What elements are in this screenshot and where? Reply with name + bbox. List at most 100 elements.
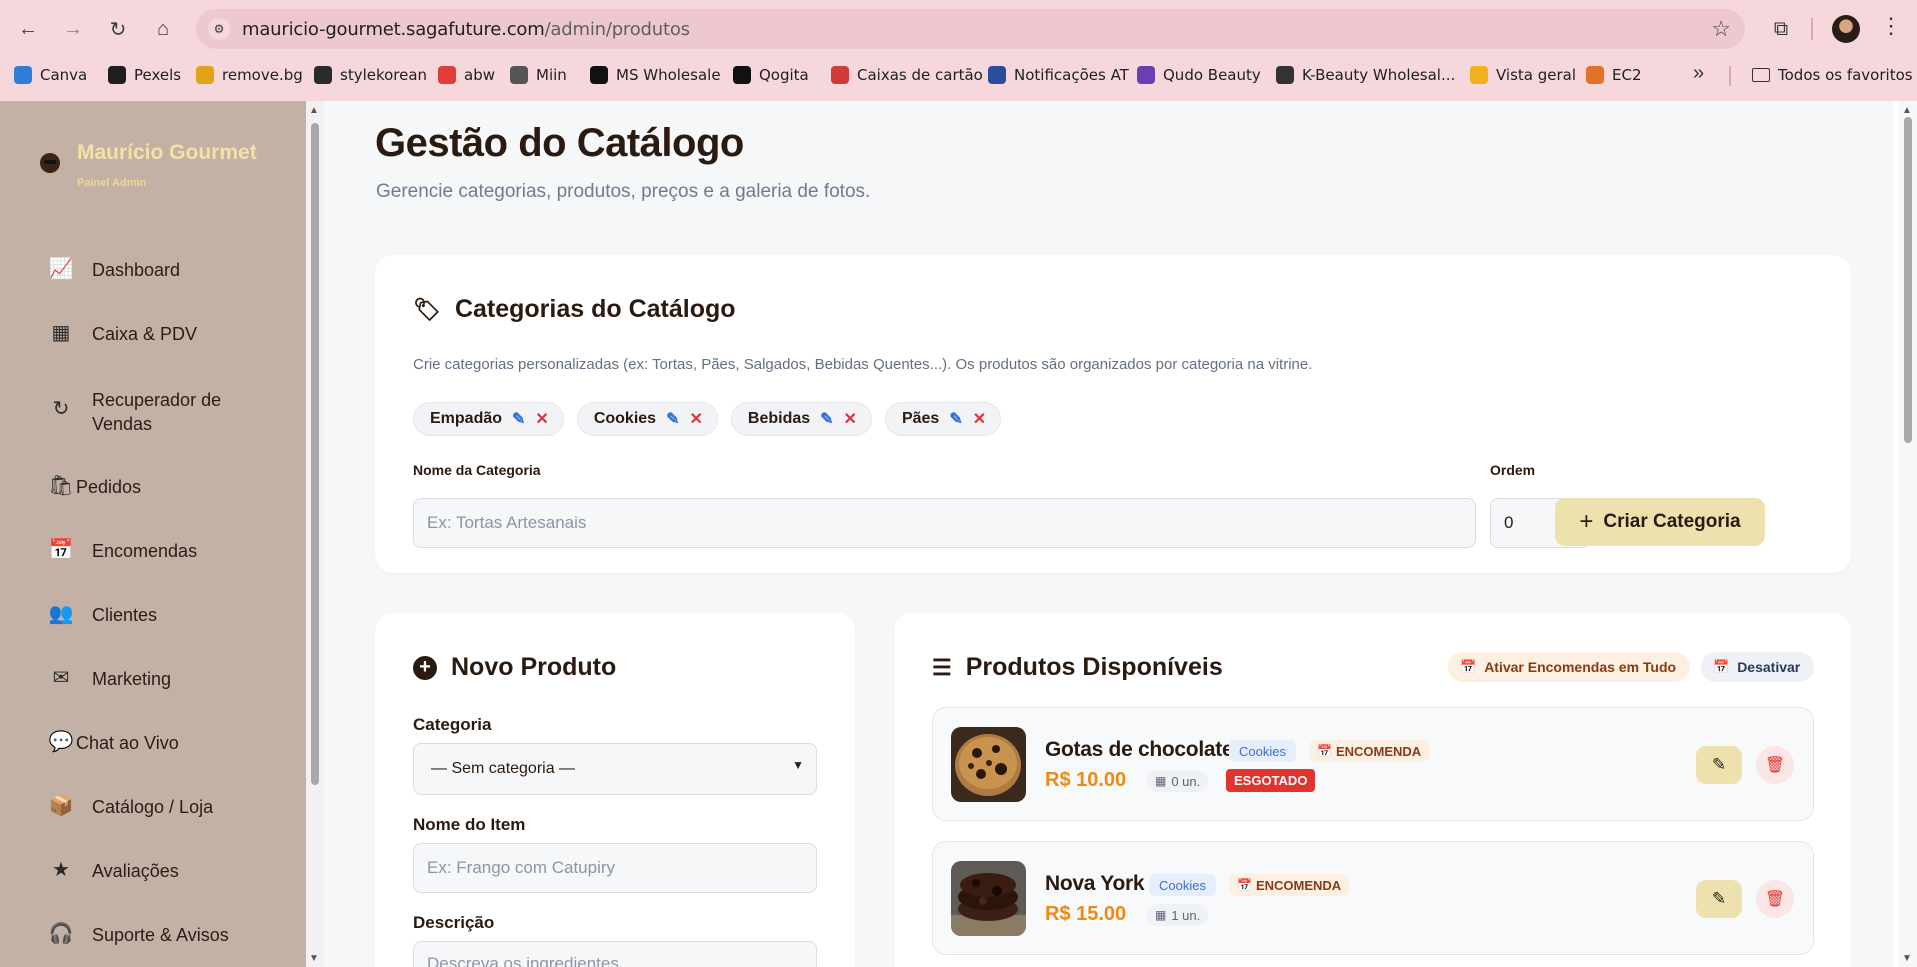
edit-product-button[interactable]: ✎	[1696, 746, 1742, 784]
bookmark-label: K-Beauty Wholesal...	[1302, 66, 1456, 84]
sidebar-item-clientes[interactable]: 👥 Clientes	[48, 603, 157, 627]
close-icon[interactable]: ✕	[689, 409, 702, 429]
create-category-button[interactable]: + Criar Categoria	[1555, 498, 1765, 546]
chat-icon: 💬	[48, 731, 74, 753]
bookmark-item[interactable]: stylekorean	[314, 66, 427, 84]
menu-kebab-icon[interactable]: ⋮	[1880, 13, 1902, 39]
sidebar-scrollbar[interactable]: ▲ ▼	[306, 101, 324, 967]
bookmark-item[interactable]: K-Beauty Wholesal...	[1276, 66, 1455, 84]
item-name-label: Nome do Item	[413, 815, 526, 834]
close-icon[interactable]: ✕	[973, 409, 986, 429]
tags-icon: 🏷	[413, 296, 441, 322]
bookmark-item[interactable]: abw	[438, 66, 495, 84]
bookmark-item[interactable]: Qudo Beauty	[1137, 66, 1261, 84]
stock-badge: ▦ 1 un.	[1147, 904, 1209, 926]
deactivate-button[interactable]: 📅 Desativar	[1701, 652, 1815, 682]
bookmark-label: abw	[464, 66, 495, 84]
bookmarks-bar: Canva Pexels remove.bg stylekorean abw Miin MS…	[0, 62, 1917, 94]
sidebar-item-chat[interactable]: 💬 Chat ao Vivo	[48, 731, 179, 755]
bookmark-item[interactable]: EC2	[1586, 66, 1642, 84]
brand-logo-icon	[40, 153, 60, 173]
close-icon[interactable]: ✕	[535, 409, 548, 429]
sidebar-item-label: Catálogo / Loja	[92, 797, 214, 817]
bookmark-label: Caixas de cartão	[857, 66, 983, 84]
pencil-icon[interactable]: ✎	[820, 409, 833, 429]
delete-product-button[interactable]: 🗑	[1756, 746, 1794, 784]
redo-icon: ↻	[52, 398, 70, 420]
toolbar-divider	[1811, 18, 1813, 40]
product-image	[951, 727, 1026, 802]
activate-orders-button[interactable]: 📅 Ativar Encomendas em Tudo	[1448, 652, 1691, 682]
sidebar-item-dashboard[interactable]: 📈 Dashboard	[48, 258, 181, 282]
bookmark-item[interactable]: Notificações AT	[988, 66, 1129, 84]
product-name: Gotas de chocolate	[1045, 738, 1234, 761]
chevron-down-icon: ▼	[792, 758, 804, 772]
item-name-input[interactable]: Ex: Frango com Catupiry	[413, 843, 817, 893]
all-bookmarks-folder[interactable]: Todos os favoritos	[1752, 66, 1913, 84]
bookmark-item[interactable]: Qogita	[733, 66, 809, 84]
home-icon[interactable]: ⌂	[147, 13, 179, 45]
scroll-down-icon[interactable]: ▼	[1902, 953, 1912, 964]
sidebar-scroll-thumb[interactable]	[311, 123, 319, 785]
list-icon: ☰	[932, 654, 952, 680]
profile-avatar[interactable]	[1832, 15, 1860, 43]
category-select[interactable]: — Sem categoria — ▼	[413, 743, 817, 795]
sidebar-item-pedidos[interactable]: 🛍 Pedidos	[48, 475, 141, 499]
pencil-icon[interactable]: ✎	[666, 409, 679, 429]
main-scrollbar[interactable]: ▲ ▼	[1899, 101, 1917, 967]
address-bar[interactable]: ⚙ mauricio-gourmet.sagafuture.com/admin/…	[196, 9, 1745, 49]
sidebar-item-encomendas[interactable]: 📅 Encomendas	[48, 539, 198, 563]
url-text[interactable]: mauricio-gourmet.sagafuture.com/admin/pr…	[242, 19, 690, 40]
bookmark-label: Vista geral	[1496, 66, 1577, 84]
brand-subtitle: Painel Admin	[77, 177, 147, 189]
edit-product-button[interactable]: ✎	[1696, 880, 1742, 918]
sidebar-item-label: Encomendas	[92, 541, 198, 561]
trash-icon: 🗑	[1764, 891, 1786, 908]
description-textarea[interactable]: Descreva os ingredientes...	[413, 941, 817, 967]
scroll-up-icon[interactable]: ▲	[1902, 105, 1912, 116]
scroll-up-icon[interactable]: ▲	[309, 105, 319, 116]
globe-icon	[1276, 66, 1294, 84]
sidebar-item-label: Caixa & PDV	[92, 324, 198, 344]
scroll-down-icon[interactable]: ▼	[309, 953, 319, 964]
ms-icon	[590, 66, 608, 84]
delete-product-button[interactable]: 🗑	[1756, 880, 1794, 918]
bookmark-item[interactable]: remove.bg	[196, 66, 303, 84]
bookmark-item[interactable]: Caixas de cartão	[831, 66, 983, 84]
pencil-icon[interactable]: ✎	[512, 409, 525, 429]
boxes-icon: ▦	[1155, 908, 1167, 922]
forward-icon[interactable]: →	[57, 13, 89, 45]
reload-icon[interactable]: ↻	[102, 13, 134, 45]
bookmark-item[interactable]: Vista geral	[1470, 66, 1576, 84]
bookmark-item[interactable]: Pexels	[108, 66, 181, 84]
close-icon[interactable]: ✕	[844, 409, 857, 429]
bookmark-item[interactable]: Canva	[14, 66, 87, 84]
bookmark-item[interactable]: Miin	[510, 66, 567, 84]
sidebar-item-caixa-pdv[interactable]: ▦ Caixa & PDV	[48, 322, 198, 346]
edit-icon: ✎	[1711, 755, 1727, 774]
sidebar-item-marketing[interactable]: ✉ Marketing	[48, 667, 171, 691]
edit-icon: ✎	[1711, 889, 1727, 908]
category-name-input[interactable]: Ex: Tortas Artesanais	[413, 498, 1476, 548]
back-icon[interactable]: ←	[12, 13, 44, 45]
envelope-icon: ✉	[52, 667, 70, 689]
order-tag-label: ENCOMENDA	[1335, 743, 1422, 759]
main-scroll-thumb[interactable]	[1904, 117, 1912, 443]
browser-toolbar: ← → ↻ ⌂ ⚙ mauricio-gourmet.sagafuture.co…	[0, 0, 1917, 58]
calendar-check-icon: 📅	[1460, 659, 1477, 674]
sidebar-item-recuperador[interactable]: ↻ Recuperador de Vendas	[48, 388, 242, 436]
bookmark-star-icon[interactable]: ☆	[1711, 16, 1731, 42]
site-settings-icon[interactable]: ⚙	[208, 18, 230, 40]
pencil-icon[interactable]: ✎	[949, 409, 962, 429]
bookmark-item[interactable]: MS Wholesale	[590, 66, 721, 84]
extensions-icon[interactable]: ⧉	[1765, 13, 1797, 45]
sidebar-item-suporte[interactable]: 🎧 Suporte & Avisos	[48, 923, 229, 947]
miin-icon	[510, 66, 528, 84]
bookmark-label: Miin	[536, 66, 567, 84]
shopping-bag-icon: 🛍	[48, 475, 74, 497]
more-bookmarks-icon[interactable]: »	[1693, 62, 1704, 85]
stylekorean-icon	[314, 66, 332, 84]
calendar-icon: 📅	[1237, 878, 1252, 892]
sidebar-item-avaliacoes[interactable]: ★ Avaliações	[48, 859, 179, 883]
sidebar-item-catalogo[interactable]: 📦 Catálogo / Loja	[48, 795, 214, 819]
